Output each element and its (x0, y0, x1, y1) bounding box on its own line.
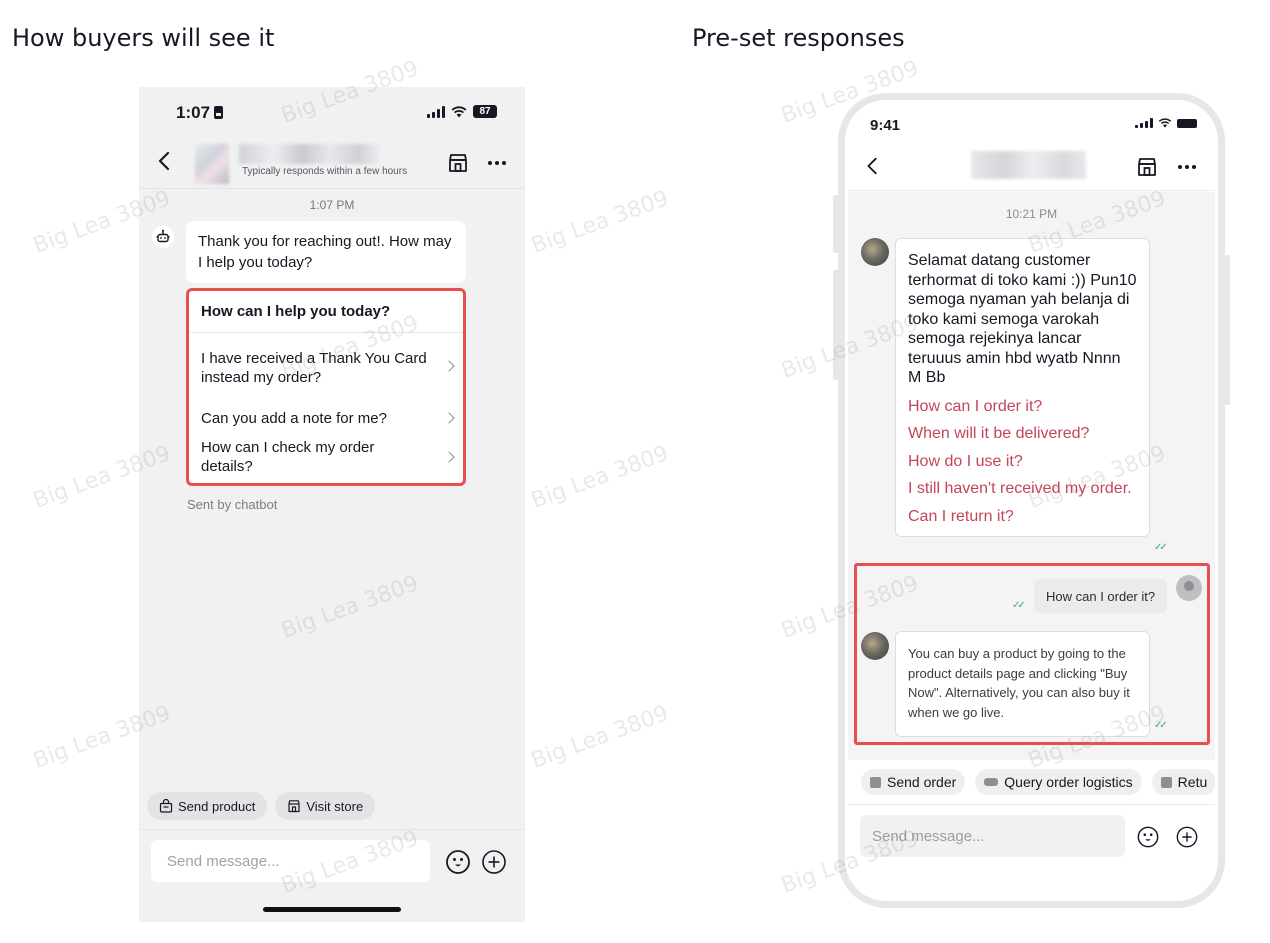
message-timestamp: 1:07 PM (309, 198, 355, 212)
preset-responses-phone: 9:41 10:21 PM Selamat datang customer te… (848, 103, 1215, 898)
chat-area: 10:21 PM Selamat datang customer terhorm… (848, 192, 1215, 760)
watermark: Big Lea 3809 (528, 701, 672, 774)
preset-question-link[interactable]: I still haven't received my order. (908, 479, 1137, 499)
message-input[interactable]: Send message... (860, 815, 1125, 857)
visit-store-button[interactable]: Visit store (275, 792, 376, 820)
watermark: Big Lea 3809 (528, 186, 672, 259)
wifi-icon (451, 105, 467, 117)
store-icon (288, 800, 300, 813)
preset-question-link[interactable]: Can I return it? (908, 507, 1137, 527)
back-arrow-icon[interactable] (862, 155, 884, 177)
left-section-title: How buyers will see it (12, 24, 275, 52)
truck-icon (984, 778, 999, 786)
chevron-right-icon (443, 360, 455, 372)
faq-item[interactable]: How can I check my order details? (189, 437, 463, 483)
shop-avatar (861, 238, 889, 266)
store-icon[interactable] (1135, 155, 1159, 179)
buyer-view-phone: 1:07 87 Typically responds within a few … (139, 87, 525, 922)
shop-name[interactable] (239, 144, 379, 164)
shop-avatar[interactable] (195, 144, 229, 184)
sent-by-label: Sent by chatbot (187, 497, 278, 512)
faq-title: How can I help you today? (189, 291, 463, 333)
chat-header: Typically responds within a few hours (139, 139, 525, 189)
return-button[interactable]: Retu (1151, 769, 1215, 795)
more-icon[interactable] (485, 151, 509, 175)
shop-name[interactable] (971, 151, 1086, 179)
bot-message-bubble: Thank you for reaching out!. How may I h… (186, 221, 466, 283)
sim-icon (214, 105, 224, 119)
shop-avatar (861, 632, 889, 660)
read-check-icon: ✓✓ (1154, 720, 1168, 731)
battery-icon: 87 (473, 105, 497, 118)
quick-action-row: Send order Query order logistics Retu (848, 760, 1215, 804)
read-check-icon: ✓✓ (1154, 542, 1168, 553)
emoji-icon[interactable] (445, 849, 471, 875)
send-order-button[interactable]: Send order (861, 769, 966, 795)
preset-question-link[interactable]: When will it be delivered? (908, 424, 1137, 444)
query-logistics-button[interactable]: Query order logistics (975, 769, 1142, 795)
auto-reply-bubble: You can buy a product by going to the pr… (895, 631, 1150, 737)
back-arrow-icon[interactable] (153, 149, 177, 173)
chevron-right-icon (443, 451, 455, 463)
chevron-right-icon (443, 412, 455, 424)
faq-item[interactable]: Can you add a note for me? (189, 399, 463, 437)
right-section-title: Pre-set responses (692, 24, 905, 52)
preset-question-link[interactable]: How can I order it? (908, 397, 1137, 417)
read-check-icon: ✓✓ (1012, 600, 1026, 611)
chatbot-icon (152, 226, 174, 248)
plus-icon[interactable] (481, 849, 507, 875)
user-avatar (1176, 575, 1202, 601)
emoji-icon[interactable] (1136, 825, 1160, 849)
chat-header (848, 141, 1215, 191)
status-time: 1:07 (176, 103, 224, 123)
message-timestamp: 10:21 PM (1005, 207, 1058, 221)
status-bar: 1:07 87 (139, 87, 525, 139)
watermark: Big Lea 3809 (528, 441, 672, 514)
faq-item[interactable]: I have received a Thank You Card instead… (189, 333, 463, 399)
user-message-bubble: How can I order it? (1034, 579, 1168, 613)
wifi-icon (1158, 118, 1172, 128)
message-composer: Send message... (848, 804, 1215, 898)
return-icon (1160, 776, 1172, 788)
message-input[interactable]: Send message... (151, 840, 430, 882)
more-icon[interactable] (1175, 155, 1199, 179)
response-time-text: Typically responds within a few hours (242, 166, 408, 177)
bag-icon (159, 799, 173, 813)
preset-question-link[interactable]: How do I use it? (908, 452, 1137, 472)
plus-icon[interactable] (1175, 825, 1199, 849)
battery-icon (1177, 118, 1197, 128)
status-time: 9:41 (870, 117, 901, 134)
welcome-message-text: Selamat datang customer terhormat di tok… (908, 252, 1137, 386)
signal-icon (427, 105, 445, 118)
signal-icon (1135, 118, 1153, 128)
home-indicator (263, 907, 401, 912)
send-product-button[interactable]: Send product (147, 792, 268, 820)
welcome-message-bubble: Selamat datang customer terhormat di tok… (895, 238, 1150, 537)
faq-card: How can I help you today? I have receive… (186, 288, 466, 486)
store-icon[interactable] (446, 151, 470, 175)
order-icon (870, 776, 881, 788)
